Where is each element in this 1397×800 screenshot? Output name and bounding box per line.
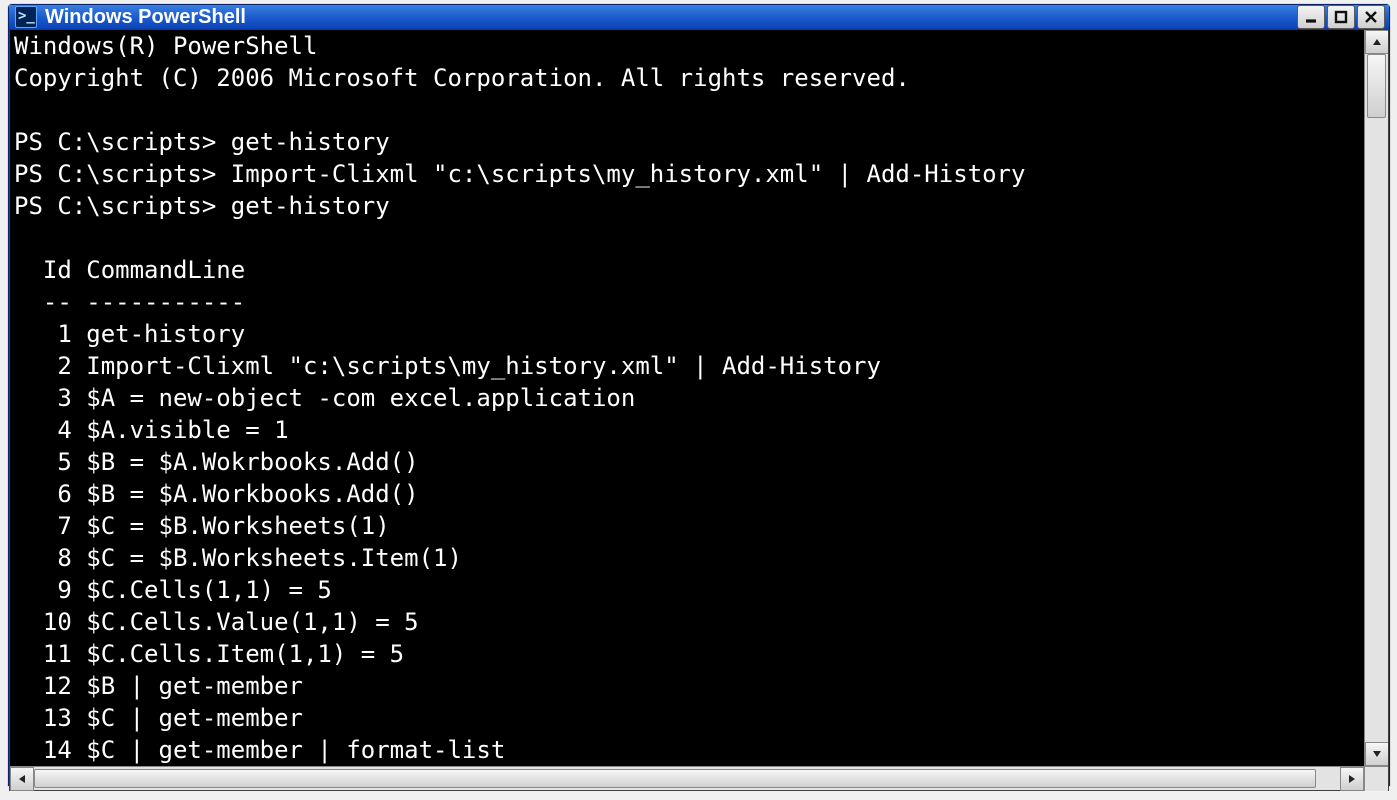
console-wrap: Windows(R) PowerShell Copyright (C) 2006… (10, 30, 1388, 766)
powershell-icon (15, 6, 37, 28)
horizontal-scroll-track[interactable] (34, 767, 1340, 790)
scroll-right-button[interactable] (1340, 767, 1364, 791)
powershell-window: Windows PowerShell Windows(R) PowerShell… (8, 4, 1390, 786)
console-output[interactable]: Windows(R) PowerShell Copyright (C) 2006… (10, 30, 1364, 766)
scroll-up-button[interactable] (1365, 30, 1388, 54)
scroll-left-button[interactable] (10, 767, 34, 791)
titlebar[interactable]: Windows PowerShell (9, 5, 1389, 30)
scroll-down-button[interactable] (1365, 742, 1388, 766)
window-controls (1297, 5, 1385, 29)
client-area: Windows(R) PowerShell Copyright (C) 2006… (9, 30, 1389, 791)
vertical-scroll-track[interactable] (1365, 54, 1388, 742)
horizontal-scroll-thumb[interactable] (34, 769, 1316, 788)
close-button[interactable] (1357, 5, 1385, 29)
scrollbar-corner (1364, 767, 1388, 791)
maximize-button[interactable] (1327, 5, 1355, 29)
window-title: Windows PowerShell (45, 6, 1289, 29)
minimize-button[interactable] (1297, 5, 1325, 29)
vertical-scroll-thumb[interactable] (1367, 54, 1386, 118)
vertical-scrollbar[interactable] (1364, 30, 1388, 766)
horizontal-scrollbar[interactable] (10, 766, 1388, 790)
